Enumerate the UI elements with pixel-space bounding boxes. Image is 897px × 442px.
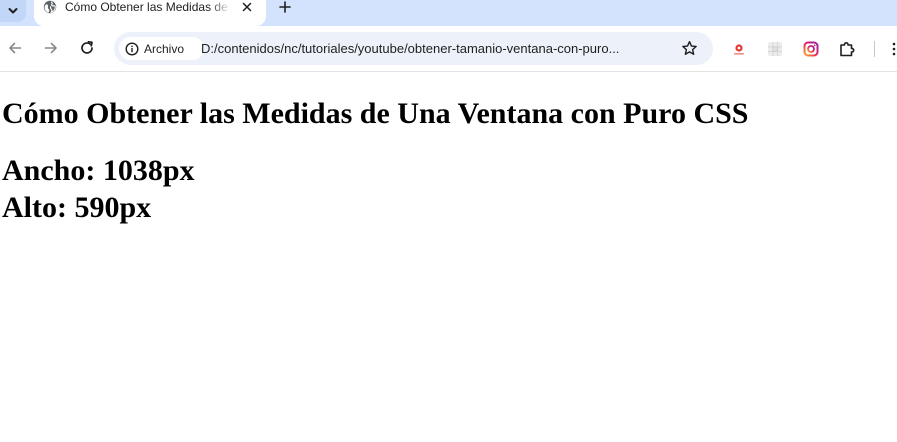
tab-strip: Cómo Obtener las Medidas de Una Ventana … [0,0,897,26]
page-content: Cómo Obtener las Medidas de Una Ventana … [0,73,897,442]
url-text[interactable]: D:/contenidos/nc/tutoriales/youtube/obte… [201,40,671,57]
arrow-left-icon [9,42,22,54]
puzzle-icon [840,42,855,57]
site-info-chip[interactable]: Archivo [119,37,204,60]
bookmark-button[interactable] [680,39,699,58]
reload-button[interactable] [77,38,97,58]
new-tab-button[interactable] [275,0,295,14]
window-width-text: Ancho: 1038px [2,154,195,187]
window-height-text: Alto: 590px [2,191,152,224]
extension-grid-icon[interactable] [766,40,784,58]
tab-title: Cómo Obtener las Medidas de Una Ventana … [65,0,231,15]
back-button[interactable] [5,38,25,58]
extension-instagram-icon[interactable] [802,40,820,58]
extensions-puzzle-button[interactable] [838,40,856,58]
page-title: Cómo Obtener las Medidas de Una Ventana … [2,97,749,130]
tab-close-button[interactable] [239,0,255,15]
chevron-down-icon [8,8,18,14]
address-bar[interactable]: Archivo D:/contenidos/nc/tutoriales/yout… [114,32,713,65]
plus-icon [279,1,291,13]
star-icon [682,40,697,55]
browser-menu-button[interactable] [891,42,897,56]
globe-icon [43,0,57,14]
active-tab[interactable]: Cómo Obtener las Medidas de Una Ventana … [34,0,266,26]
reload-icon [81,40,93,54]
arrow-right-icon [44,42,57,54]
site-info-label: Archivo [144,41,185,56]
extension-red-icon[interactable] [730,40,748,58]
browser-toolbar: Archivo D:/contenidos/nc/tutoriales/yout… [0,26,897,72]
info-icon [125,41,139,56]
more-vert-icon [892,42,896,56]
toolbar-divider [874,41,875,57]
forward-button[interactable] [41,38,61,58]
tab-search-button[interactable] [0,0,26,22]
close-icon [242,2,252,12]
